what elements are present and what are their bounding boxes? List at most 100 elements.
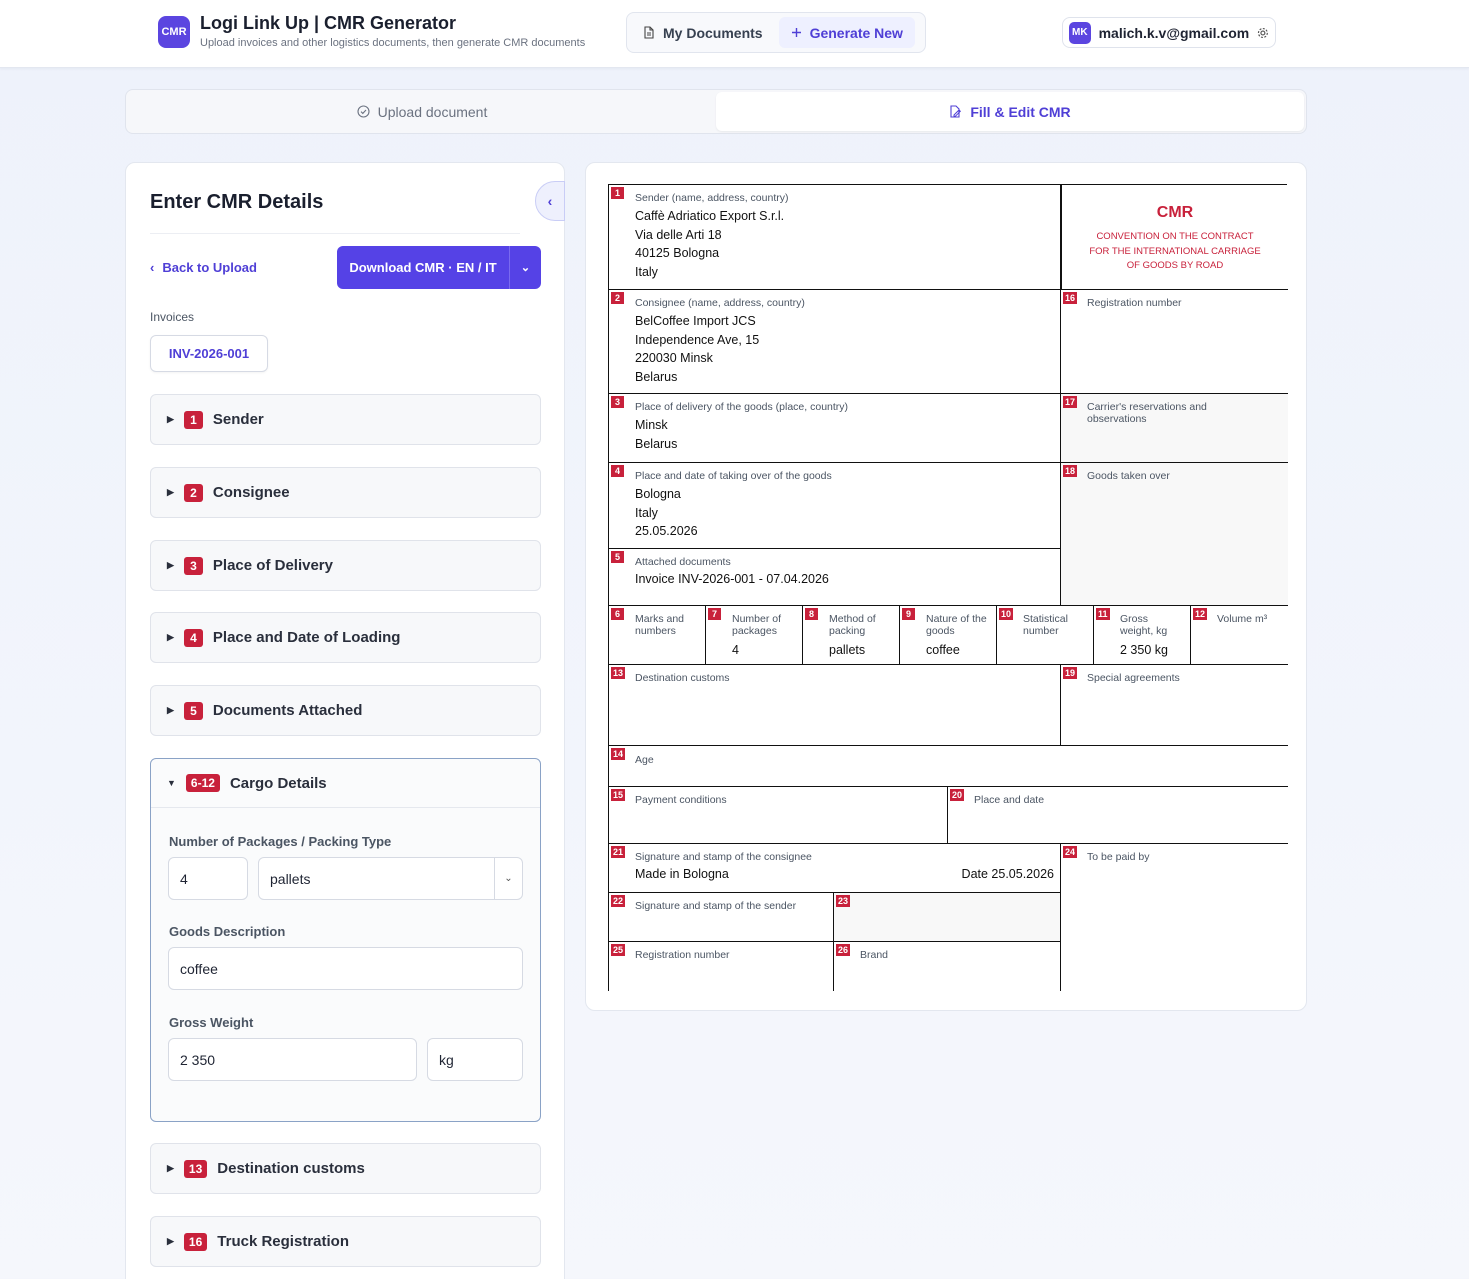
cmr-box-consignee[interactable]: 2 Consignee (name, address, country) Bel… <box>609 290 1061 394</box>
gear-icon[interactable] <box>1257 27 1269 39</box>
cmr-box-consignee-signature[interactable]: 21 Signature and stamp of the consignee … <box>609 844 1061 893</box>
cmr-box-packages[interactable]: 7 Number of packages 4 <box>706 606 803 665</box>
user-menu[interactable]: MK malich.k.v@gmail.com <box>1062 17 1276 48</box>
cmr-box-attached[interactable]: 5 Attached documents Invoice INV-2026-00… <box>609 549 1061 606</box>
cmr-box-payment[interactable]: 15 Payment conditions <box>609 787 948 844</box>
caret-right-icon: ▶ <box>167 1236 174 1246</box>
section-documents-attached[interactable]: ▶ 5 Documents Attached <box>150 685 541 736</box>
download-options-button[interactable]: ⌄ <box>510 246 541 289</box>
cmr-box-destination-customs[interactable]: 13 Destination customs <box>609 665 1061 746</box>
cmr-box-23[interactable]: 23 <box>834 893 1061 942</box>
goods-description-input[interactable]: coffee <box>168 947 523 990</box>
cmr-box-packing[interactable]: 8 Method of packing pallets <box>803 606 900 665</box>
chevron-down-icon: ⌄ <box>494 858 522 899</box>
section-sender[interactable]: ▶ 1 Sender <box>150 394 541 445</box>
box-label: Registration number <box>1087 297 1182 309</box>
cmr-box-gross-weight[interactable]: 11 Gross weight, kg 2 350 kg <box>1094 606 1191 665</box>
box-number: 11 <box>1096 608 1110 620</box>
box-value: pallets <box>829 643 866 657</box>
box-label: Payment conditions <box>635 794 727 806</box>
section-label: Cargo Details <box>229 774 327 792</box>
cmr-box-marks[interactable]: 6 Marks and numbers <box>609 606 706 665</box>
section-consignee[interactable]: ▶ 2 Consignee <box>150 467 541 518</box>
cmr-box-age[interactable]: 14 Age <box>609 746 1288 787</box>
box-value: 2 350 kg <box>1120 643 1168 657</box>
step-label: Fill & Edit CMR <box>970 103 1071 120</box>
nav-label: My Documents <box>663 24 763 41</box>
box-label: Place and date of taking over of the goo… <box>635 470 832 482</box>
step-fill-edit[interactable]: Fill & Edit CMR <box>716 92 1304 131</box>
box-number: 6 <box>611 608 624 620</box>
panel-title: Enter CMR Details <box>150 191 324 213</box>
cmr-box-sender-signature[interactable]: 22 Signature and stamp of the sender <box>609 893 834 942</box>
section-place-date-loading[interactable]: ▶ 4 Place and Date of Loading <box>150 612 541 663</box>
nav-my-documents[interactable]: My Documents <box>631 17 775 48</box>
cmr-title: CMR <box>1156 204 1194 221</box>
nav-generate-new[interactable]: Generate New <box>778 17 915 48</box>
box-label: Attached documents <box>635 556 731 568</box>
user-email: malich.k.v@gmail.com <box>1098 24 1250 41</box>
cmr-box-goods-taken-18[interactable]: 18 Goods taken over <box>1061 463 1288 606</box>
section-label: Sender <box>212 411 264 428</box>
cmr-box-sender[interactable]: 1 Sender (name, address, country) Caffè … <box>609 185 1061 290</box>
section-badge: 2 <box>183 483 203 502</box>
weight-unit-input[interactable]: kg <box>427 1038 523 1081</box>
cmr-preview-panel: 1 Sender (name, address, country) Caffè … <box>585 162 1307 1011</box>
section-label: Truck Registration <box>217 1233 349 1250</box>
goods-description-label: Goods Description <box>169 924 286 939</box>
app-title: Logi Link Up | CMR Generator <box>200 13 457 33</box>
cmr-box-registration-25[interactable]: 25 Registration number <box>609 942 834 991</box>
box-label: Place and date <box>974 794 1045 806</box>
box-number: 8 <box>805 608 818 620</box>
step-upload[interactable]: Upload document <box>128 92 716 131</box>
box-number: 24 <box>1063 846 1078 858</box>
box-number: 1 <box>611 187 624 199</box>
section-destination-customs[interactable]: ▶ 13 Destination customs <box>150 1143 541 1194</box>
box-number: 12 <box>1193 608 1208 620</box>
wizard-steps: Upload document Fill & Edit CMR <box>125 89 1307 134</box>
cmr-box-reservations-17[interactable]: 17 Carrier's reservations and observatio… <box>1061 394 1288 463</box>
box-label: Consignee (name, address, country) <box>635 297 805 309</box>
cmr-box-special-agreements[interactable]: 19 Special agreements <box>1061 665 1288 746</box>
cmr-box-nature[interactable]: 9 Nature of the goods coffee <box>900 606 997 665</box>
box-label: Brand <box>860 949 889 961</box>
section-truck-registration[interactable]: ▶ 16 Truck Registration <box>150 1216 541 1267</box>
box-value: Made in Bologna <box>635 867 729 881</box>
chevron-down-icon: ⌄ <box>520 262 531 274</box>
box-number: 16 <box>1063 292 1078 304</box>
section-place-of-delivery[interactable]: ▶ 3 Place of Delivery <box>150 540 541 591</box>
packing-type-select[interactable]: pallets ⌄ <box>258 857 523 900</box>
box-value: 4 <box>732 643 739 657</box>
box-value: Invoice INV-2026-001 - 07.04.2026 <box>635 572 829 586</box>
cmr-box-taking-over[interactable]: 4 Place and date of taking over of the g… <box>609 463 1061 549</box>
section-badge: 4 <box>183 628 203 647</box>
box-number: 23 <box>836 895 851 907</box>
section-label: Consignee <box>212 484 290 501</box>
cargo-details-header[interactable]: ▼ 6-12 Cargo Details <box>151 759 540 808</box>
cmr-box-volume[interactable]: 12 Volume m³ <box>1191 606 1288 665</box>
box-number: 10 <box>999 608 1014 620</box>
box-number: 22 <box>611 895 626 907</box>
download-cmr-button[interactable]: Download CMR · EN / IT <box>337 246 510 289</box>
box-number: 9 <box>902 608 915 620</box>
box-value: coffee <box>926 643 960 657</box>
cmr-box-brand[interactable]: 26 Brand <box>834 942 1061 991</box>
cmr-box-statistical[interactable]: 10 Statistical number <box>997 606 1094 665</box>
cmr-box-place-date[interactable]: 20 Place and date <box>948 787 1288 844</box>
box-label: Gross weight, kg <box>1120 613 1168 637</box>
cmr-box-delivery[interactable]: 3 Place of delivery of the goods (place,… <box>609 394 1061 463</box>
box-number: 13 <box>611 667 626 679</box>
box-number: 21 <box>611 846 626 858</box>
packing-value: pallets <box>270 870 311 887</box>
box-label: Special agreements <box>1087 672 1180 684</box>
cmr-box-to-be-paid[interactable]: 24 To be paid by <box>1061 844 1288 991</box>
cmr-box-registration-16[interactable]: 16 Registration number <box>1061 290 1288 394</box>
back-to-upload-link[interactable]: ‹ Back to Upload <box>150 260 257 275</box>
packages-count-input[interactable]: 4 <box>168 857 248 900</box>
box-number: 19 <box>1063 667 1078 679</box>
gross-weight-input[interactable]: 2 350 <box>168 1038 417 1081</box>
invoice-chip[interactable]: INV-2026-001 <box>150 335 268 372</box>
box-value: Bologna Italy 25.05.2026 <box>635 487 698 538</box>
nav-label: Generate New <box>809 24 903 41</box>
collapse-panel-button[interactable]: ‹ <box>535 181 565 221</box>
